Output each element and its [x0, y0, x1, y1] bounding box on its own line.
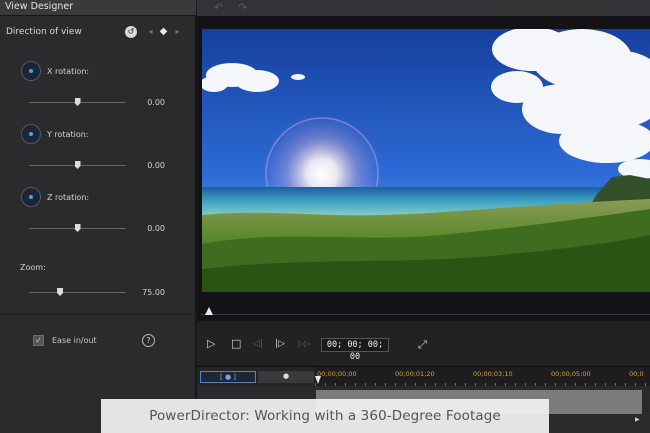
top-toolbar: ↶ ↷ [197, 0, 650, 16]
y-rotation-icon [21, 124, 41, 144]
x-rotation-value[interactable]: 0.00 [147, 98, 165, 107]
caption-banner: PowerDirector: Working with a 360-Degree… [101, 399, 549, 433]
y-rotation-label: Y rotation: [47, 130, 89, 139]
ruler-label: 00;00;00;00 [317, 370, 357, 378]
z-rotation-value[interactable]: 0.00 [147, 224, 165, 233]
preview-area: ▼ [197, 16, 650, 335]
x-rotation-slider-thumb[interactable] [74, 98, 81, 106]
panel-title: View Designer [5, 1, 74, 12]
video-preview[interactable] [202, 29, 650, 292]
zoom-value[interactable]: 75.00 [142, 288, 165, 297]
ease-in-out-checkbox[interactable]: ✓ [33, 335, 44, 346]
timeline-tab-keyframe[interactable]: [ ● ] [200, 371, 256, 383]
previous-frame-icon[interactable]: ◁| [253, 338, 263, 350]
x-rotation-icon [21, 61, 41, 81]
undo-icon[interactable]: ↶ [214, 1, 223, 14]
preview-scrub-head[interactable] [205, 307, 213, 315]
ruler-label: 00;00;01;20 [395, 370, 435, 378]
panel-title-bar: View Designer [0, 0, 196, 16]
zoom-slider-thumb[interactable] [57, 288, 64, 296]
panorama-frame [202, 29, 650, 292]
next-keyframe-icon[interactable]: ▸ [172, 26, 183, 37]
preview-scrub-bar[interactable] [201, 314, 650, 315]
timeline-ruler[interactable]: 00;00;00;00 00;00;01;20 00;00;03;10 00;0… [315, 367, 650, 387]
zoom-label: Zoom: [20, 263, 46, 272]
view-designer-panel: View Designer Direction of view ↺ ◂ ◆ ▸ … [0, 0, 196, 433]
y-rotation-value[interactable]: 0.00 [147, 161, 165, 170]
timeline-tab-marker[interactable]: ● [258, 371, 314, 383]
zoom-slider[interactable] [29, 292, 126, 293]
stop-icon[interactable]: □ [231, 338, 241, 350]
playback-controls: ▷ □ ◁| |▷ ▷▷ 00; 00; 00; 00 ⤢ [197, 321, 650, 365]
add-keyframe-icon[interactable]: ◆ [158, 26, 169, 37]
play-icon[interactable]: ▷ [207, 338, 215, 350]
ruler-label: 00;0 [629, 370, 644, 378]
reset-keyframe-icon[interactable]: ↺ [125, 26, 137, 38]
next-frame-icon[interactable]: |▷ [275, 338, 285, 350]
fast-forward-icon[interactable]: ▷▷ [298, 338, 310, 350]
fit-view-icon[interactable]: ⤢ [418, 338, 427, 352]
previous-keyframe-icon[interactable]: ◂ [145, 26, 156, 37]
ease-in-out-label: Ease in/out [52, 336, 97, 345]
y-rotation-slider-thumb[interactable] [74, 161, 81, 169]
panel-divider [0, 314, 196, 315]
x-rotation-label: X rotation: [47, 67, 90, 76]
z-rotation-label: Z rotation: [47, 193, 90, 202]
help-icon[interactable]: ? [142, 334, 155, 347]
ruler-label: 00;00;03;10 [473, 370, 513, 378]
timecode-display[interactable]: 00; 00; 00; 00 [321, 338, 389, 362]
z-rotation-slider-thumb[interactable] [74, 224, 81, 232]
track-arrow-icon[interactable]: ▶ [635, 416, 640, 423]
z-rotation-icon [21, 187, 41, 207]
redo-icon[interactable]: ↷ [238, 1, 247, 14]
timeline-header: [ ● ] ● 00;00;00;00 00;00;01;20 00;00;03… [197, 366, 650, 387]
direction-of-view-label: Direction of view [6, 27, 82, 37]
ruler-label: 00;00;05;00 [551, 370, 591, 378]
